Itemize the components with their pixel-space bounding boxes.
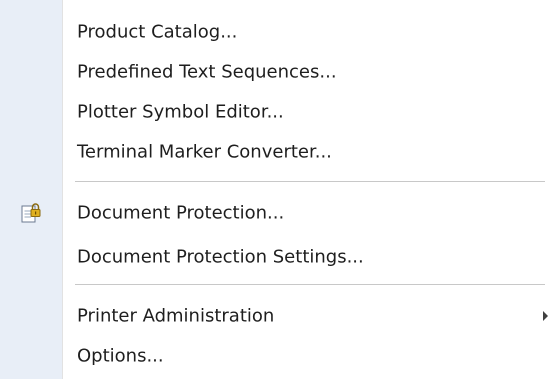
menu-item-options[interactable]: Options...: [63, 336, 548, 376]
menu-item-label: Plotter Symbol Editor...: [77, 101, 284, 123]
menu-item-product-catalog[interactable]: Product Catalog...: [63, 12, 548, 52]
menu-separator: [75, 284, 545, 286]
submenu-arrow-icon: [543, 311, 548, 321]
menu-item-label: Printer Administration: [77, 305, 275, 327]
menu-item-label: Options...: [77, 345, 164, 367]
menu-separator: [75, 181, 545, 183]
menu-item-label: Document Protection...: [77, 202, 285, 224]
menu-item-predefined-text-sequences[interactable]: Predefined Text Sequences...: [63, 52, 548, 92]
menu-icon-gutter: [0, 0, 62, 379]
menu-item-label: Product Catalog...: [77, 21, 238, 43]
menu-item-plotter-symbol-editor[interactable]: Plotter Symbol Editor...: [63, 92, 548, 132]
menu-item-label: Predefined Text Sequences...: [77, 61, 337, 83]
menu-item-label: Document Protection Settings...: [77, 246, 364, 268]
menu-item-document-protection[interactable]: Document Protection...: [63, 193, 548, 233]
context-menu: Product Catalog... Predefined Text Seque…: [0, 0, 548, 379]
menu-item-terminal-marker-converter[interactable]: Terminal Marker Converter...: [63, 132, 548, 172]
document-lock-icon: [21, 203, 41, 223]
menu-item-label: Terminal Marker Converter...: [77, 141, 332, 163]
menu-item-document-protection-settings[interactable]: Document Protection Settings...: [63, 237, 548, 277]
menu-item-printer-administration[interactable]: Printer Administration: [63, 296, 548, 336]
